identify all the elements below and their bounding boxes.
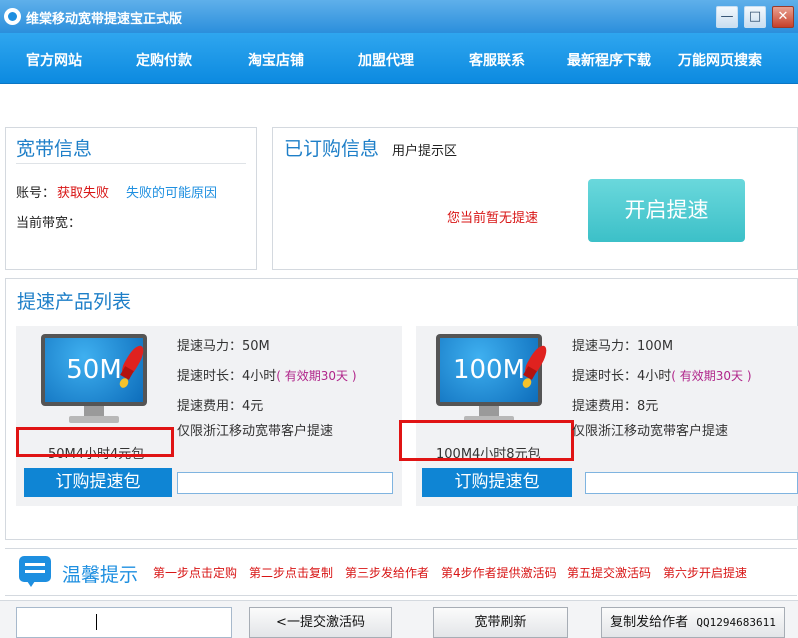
start-acceleration-button[interactable]: 开启提速 bbox=[588, 179, 745, 242]
validity-text: ( 有效期30天 ) bbox=[671, 369, 752, 383]
close-icon[interactable]: ✕ bbox=[772, 6, 794, 28]
account-status: 获取失败 bbox=[57, 186, 110, 201]
bandwidth-label: 当前带宽： bbox=[16, 216, 82, 231]
rocket-icon bbox=[521, 342, 551, 390]
order-code-field[interactable] bbox=[177, 472, 393, 494]
tip-step: 第五提交激活码 bbox=[567, 566, 652, 580]
window-title: 维棠移动宽带提速宝正式版 bbox=[26, 12, 183, 27]
nav-taobao-store[interactable]: 淘宝店铺 bbox=[248, 50, 304, 70]
copy-label: 复制发给作者 bbox=[610, 615, 689, 630]
products-heading: 提速产品列表 bbox=[17, 291, 132, 313]
spec-power: 提速马力：100M bbox=[572, 339, 674, 354]
subscription-heading: 已订购信息 bbox=[284, 138, 380, 160]
tips-title: 温馨提示 bbox=[62, 564, 139, 586]
subscription-message: 您当前暂无提速 bbox=[447, 211, 539, 226]
activation-code-input[interactable] bbox=[16, 607, 232, 638]
rocket-icon bbox=[118, 342, 148, 390]
broadband-heading: 宽带信息 bbox=[16, 138, 93, 160]
nav-customer-service[interactable]: 客服联系 bbox=[469, 50, 525, 70]
spec-restriction: 仅限浙江移动宽带客户提速 bbox=[177, 424, 334, 439]
tip-step: 第二步点击复制 bbox=[249, 566, 334, 580]
account-label: 账号： bbox=[16, 186, 56, 201]
nav-franchise[interactable]: 加盟代理 bbox=[358, 50, 414, 70]
text-cursor-icon bbox=[96, 614, 98, 630]
qq-number: QQ1294683611 bbox=[696, 616, 776, 629]
order-code-field[interactable] bbox=[585, 472, 798, 494]
nav-web-search[interactable]: 万能网页搜索 bbox=[678, 50, 762, 70]
nav-official-site[interactable]: 官方网站 bbox=[26, 50, 82, 70]
maximize-icon[interactable]: □ bbox=[744, 6, 766, 28]
user-hint-label: 用户提示区 bbox=[392, 144, 458, 159]
copy-to-author-button[interactable]: 复制发给作者 QQ1294683611 bbox=[601, 607, 785, 638]
spec-fee: 提速费用：4元 bbox=[177, 399, 264, 414]
nav-order-payment[interactable]: 定购付款 bbox=[136, 50, 192, 70]
tip-step: 第三步发给作者 bbox=[345, 566, 430, 580]
title-bar: 维棠移动宽带提速宝正式版 — □ ✕ bbox=[0, 0, 798, 33]
submit-activation-button[interactable]: <一提交激活码 bbox=[249, 607, 392, 638]
app-logo-icon bbox=[4, 8, 21, 25]
spec-duration: 提速时长：4小时( 有效期30天 ) bbox=[572, 365, 752, 384]
minimize-icon[interactable]: — bbox=[716, 6, 738, 28]
order-package-button[interactable]: 订购提速包 bbox=[24, 468, 172, 497]
spec-restriction: 仅限浙江移动宽带客户提速 bbox=[572, 424, 729, 439]
highlight-box bbox=[399, 420, 574, 461]
divider bbox=[16, 163, 246, 164]
failure-reason-link[interactable]: 失败的可能原因 bbox=[126, 182, 217, 201]
chat-bubble-icon bbox=[19, 556, 51, 587]
spec-fee: 提速费用：8元 bbox=[572, 399, 659, 414]
main-nav: 官方网站 定购付款 淘宝店铺 加盟代理 客服联系 最新程序下载 万能网页搜索 bbox=[0, 33, 798, 84]
order-package-button[interactable]: 订购提速包 bbox=[422, 468, 572, 497]
nav-latest-download[interactable]: 最新程序下载 bbox=[567, 50, 651, 70]
duration-text: 提速时长：4小时 bbox=[572, 369, 672, 384]
validity-text: ( 有效期30天 ) bbox=[276, 369, 357, 383]
tip-step: 第4步作者提供激活码 bbox=[441, 566, 557, 580]
highlight-box bbox=[16, 427, 174, 457]
spec-power: 提速马力：50M bbox=[177, 339, 270, 354]
duration-text: 提速时长：4小时 bbox=[177, 369, 277, 384]
tip-step: 第一步点击定购 bbox=[153, 566, 238, 580]
broadband-refresh-button[interactable]: 宽带刷新 bbox=[433, 607, 568, 638]
tip-step: 第六步开启提速 bbox=[663, 566, 748, 580]
spec-duration: 提速时长：4小时( 有效期30天 ) bbox=[177, 365, 357, 384]
